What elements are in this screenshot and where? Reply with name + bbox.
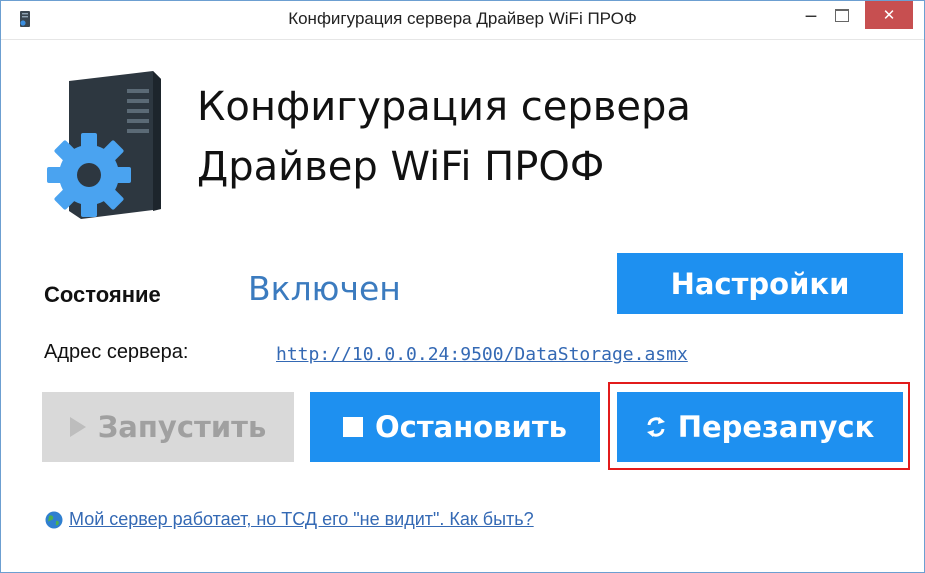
- title-line-1: Конфигурация сервера: [197, 84, 691, 130]
- title-bar: Конфигурация сервера Драйвер WiFi ПРОФ ‒…: [1, 1, 924, 40]
- status-label: Состояние: [44, 282, 161, 307]
- restart-button[interactable]: Перезапуск: [617, 392, 903, 462]
- window-title: Конфигурация сервера Драйвер WiFi ПРОФ: [288, 9, 637, 28]
- stop-button[interactable]: Остановить: [310, 392, 600, 462]
- page-title: Конфигурация сервера Драйвер WiFi ПРОФ: [197, 77, 691, 197]
- minimize-button[interactable]: ‒: [797, 1, 825, 29]
- close-button[interactable]: ✕: [865, 1, 913, 29]
- title-line-2: Драйвер WiFi ПРОФ: [197, 144, 605, 190]
- server-address-label: Адрес сервера:: [44, 341, 189, 363]
- app-window: Конфигурация сервера Драйвер WiFi ПРОФ ‒…: [0, 0, 925, 573]
- status-value: Включен: [248, 269, 401, 308]
- server-gear-icon: [47, 71, 161, 219]
- settings-button[interactable]: Настройки: [617, 253, 903, 314]
- globe-icon: [45, 511, 63, 528]
- start-button[interactable]: Запустить: [42, 392, 294, 462]
- restart-button-label: Перезапуск: [677, 410, 875, 444]
- play-icon: [69, 417, 86, 437]
- help-link[interactable]: Мой сервер работает, но ТСД его "не види…: [69, 509, 534, 530]
- maximize-button[interactable]: [828, 1, 856, 29]
- server-address-link[interactable]: http://10.0.0.24:9500/DataStorage.asmx: [276, 344, 688, 365]
- start-button-label: Запустить: [97, 410, 267, 444]
- maximize-icon: [835, 8, 849, 22]
- stop-icon: [343, 417, 363, 437]
- stop-button-label: Остановить: [375, 410, 567, 444]
- refresh-icon: [646, 417, 665, 437]
- help-row: Мой сервер работает, но ТСД его "не види…: [45, 509, 534, 530]
